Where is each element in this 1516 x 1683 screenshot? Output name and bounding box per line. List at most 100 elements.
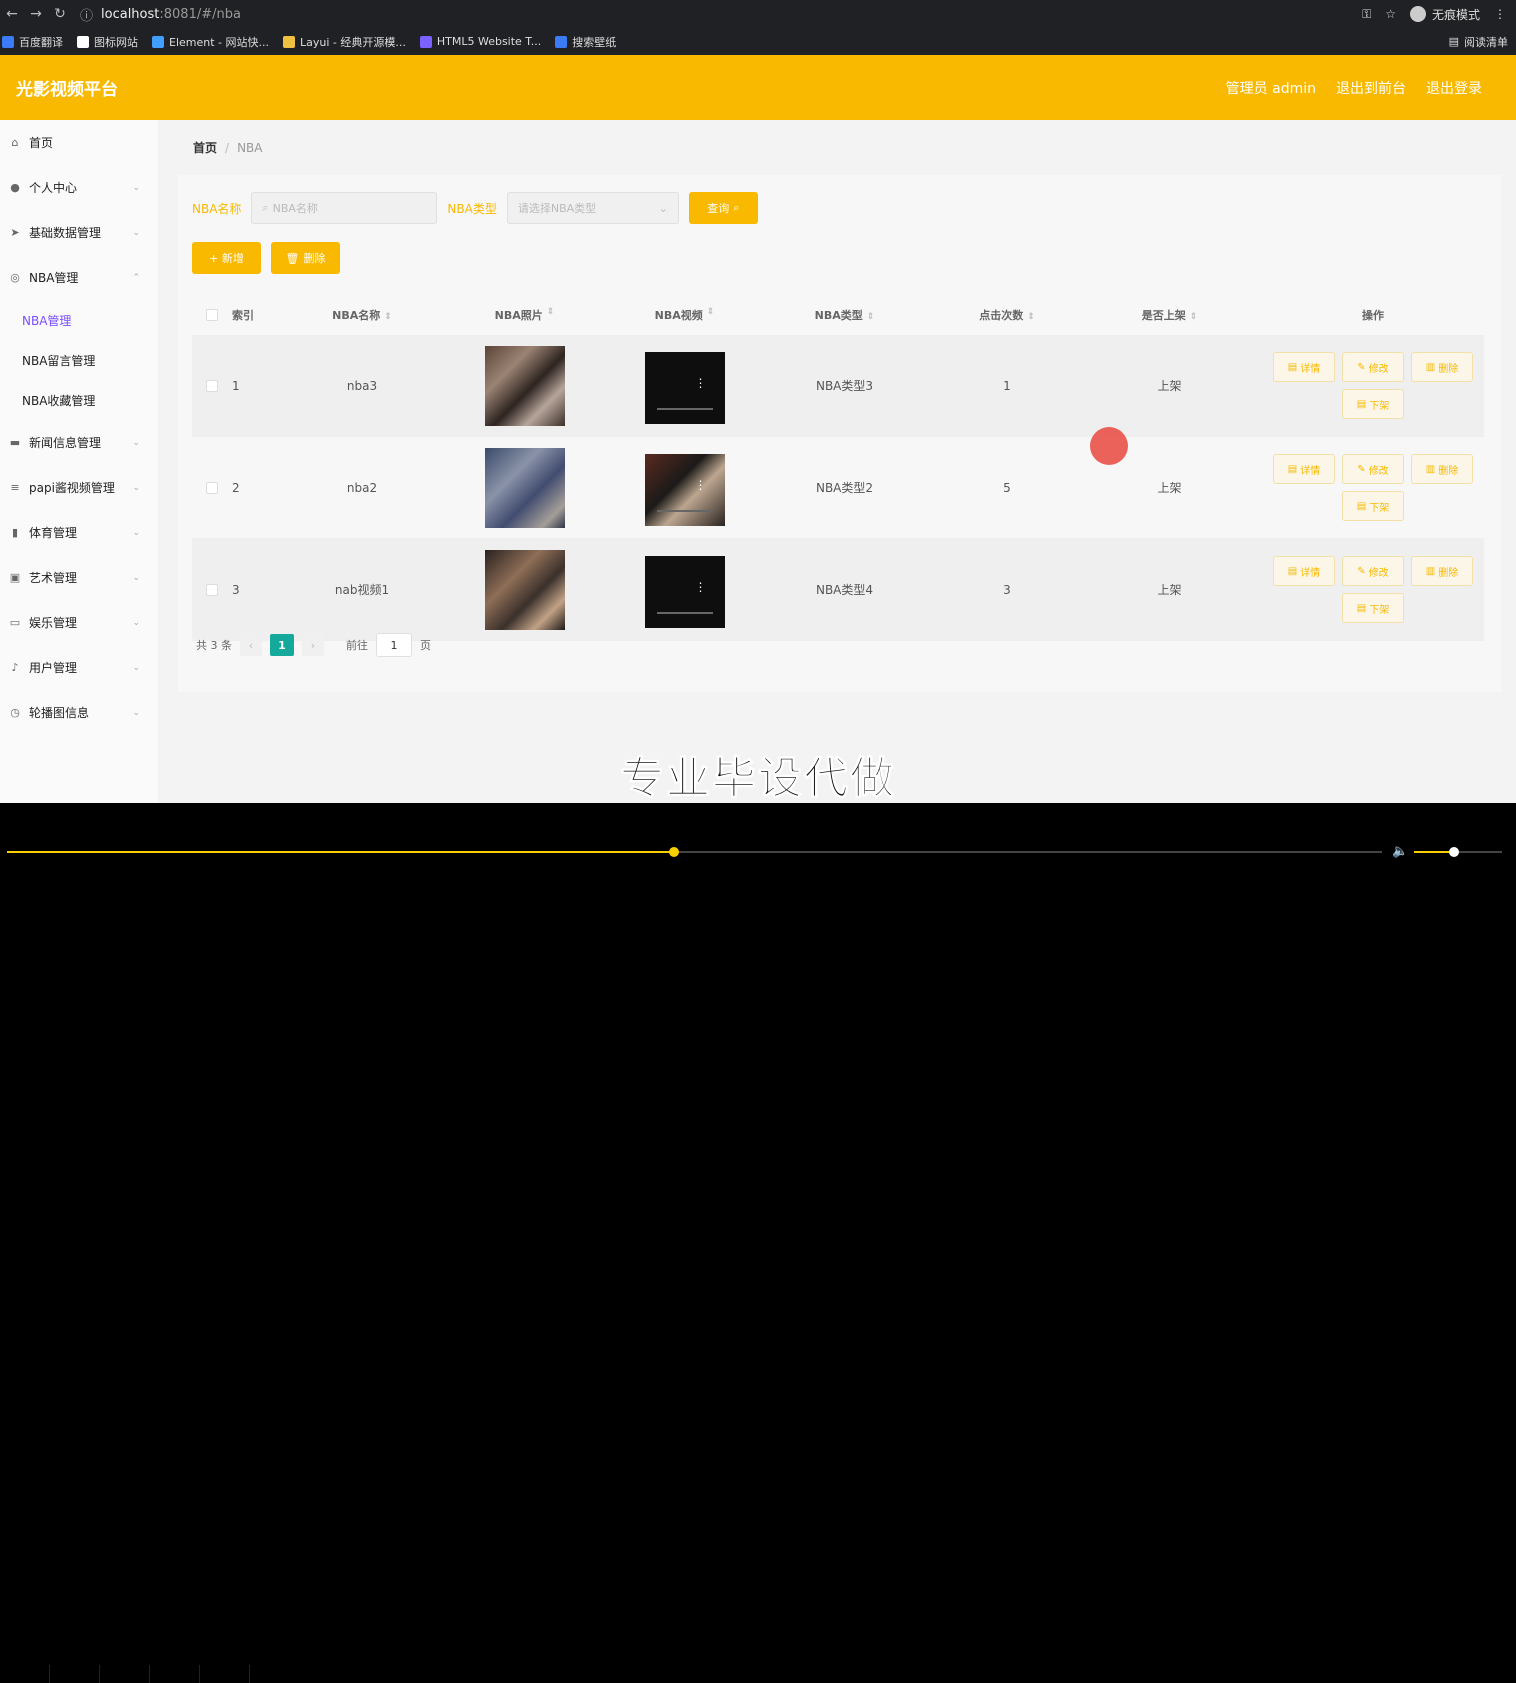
name-search-input[interactable]: ⌕ NBA名称 [251, 192, 438, 224]
volume-handle[interactable] [1448, 847, 1459, 857]
exit-to-front-link[interactable]: 退出到前台 [1336, 78, 1406, 98]
delete-button[interactable]: ▥ 删除 [1411, 352, 1473, 382]
sidebar-item[interactable]: ◎ NBA管理 ⌃ [0, 255, 158, 300]
page-1-button[interactable]: 1 [270, 634, 294, 656]
chevron-down-icon: ⌄ [132, 227, 140, 238]
next-page-button[interactable]: › [302, 634, 324, 656]
nba-video-thumbnail[interactable]: ⋮ [644, 351, 725, 424]
incognito-badge[interactable]: 无痕模式 [1409, 6, 1480, 23]
sidebar-item[interactable]: ▬ 新闻信息管理 ⌄ [0, 420, 158, 465]
logout-link[interactable]: 退出登录 [1426, 78, 1482, 98]
select-all-checkbox[interactable] [206, 309, 218, 321]
sidebar-item[interactable]: ▣ 艺术管理 ⌄ [0, 555, 158, 600]
nba-photo-thumbnail[interactable] [484, 447, 565, 528]
sidebar-subitem[interactable]: NBA留言管理 [0, 340, 158, 380]
bookmark-item[interactable]: HTML5 Website T... [419, 35, 541, 48]
nba-photo-thumbnail[interactable] [484, 549, 565, 630]
sidebar-item[interactable]: ▭ 娱乐管理 ⌄ [0, 600, 158, 645]
seek-fill [7, 851, 674, 853]
header-name[interactable]: NBA名称 ⇕ [292, 307, 432, 323]
header-photo[interactable]: NBA照片 ⇕ [432, 307, 617, 323]
row-checkbox[interactable] [206, 583, 218, 596]
prev-page-button[interactable]: ‹ [240, 634, 262, 656]
type-select[interactable]: 请选择NBA类型 ⌄ [506, 192, 679, 224]
star-icon[interactable]: ☆ [1385, 7, 1396, 21]
sidebar-item[interactable]: ⌂ 首页 [0, 120, 158, 165]
bookmark-item[interactable]: Element - 网站快... [152, 34, 269, 50]
sidebar-item[interactable]: ≡ papi酱视频管理 ⌄ [0, 465, 158, 510]
add-button[interactable]: + 新增 [192, 242, 261, 274]
header-clicks[interactable]: 点击次数 ⇕ [937, 307, 1077, 323]
unshelf-button[interactable]: ▤ 下架 [1342, 491, 1404, 521]
sort-icon[interactable]: ⇕ [707, 307, 715, 323]
more-menu-icon[interactable]: ⋮ [1494, 7, 1506, 21]
nba-video-thumbnail[interactable]: ⋮ [644, 453, 725, 526]
type-label: NBA类型 [447, 201, 497, 216]
trash-icon: 🗑 [285, 251, 300, 265]
detail-button[interactable]: ▤ 详情 [1273, 556, 1335, 586]
video-menu-icon[interactable]: ⋮ [695, 580, 707, 594]
seek-handle[interactable] [668, 847, 679, 857]
delete-button[interactable]: ▥ 删除 [1411, 454, 1473, 484]
goto-page-input[interactable]: 1 [376, 633, 412, 657]
sort-icon[interactable]: ⇕ [384, 312, 392, 322]
sort-icon[interactable]: ⇕ [1190, 312, 1198, 322]
volume-icon[interactable]: 🔈 [1392, 844, 1408, 859]
page-suffix: 页 [420, 639, 431, 652]
sidebar-item[interactable]: ♪ 用户管理 ⌄ [0, 645, 158, 690]
sort-icon[interactable]: ⇕ [547, 307, 555, 323]
header-shelf[interactable]: 是否上架 ⇕ [1077, 307, 1262, 323]
info-icon[interactable]: ⓘ [80, 5, 93, 24]
cell-index: 2 [232, 480, 240, 495]
url-bar[interactable]: ⓘ localhost:8081/#/nba [80, 5, 241, 24]
breadcrumb-home[interactable]: 首页 [193, 139, 217, 156]
bookmark-item[interactable]: 百度翻译 [2, 34, 63, 50]
sidebar-item-label: 基础数据管理 [29, 226, 102, 240]
header-name-label: NBA名称 [332, 309, 381, 322]
row-checkbox[interactable] [206, 481, 218, 494]
unshelf-button[interactable]: ▤ 下架 [1342, 389, 1404, 419]
bookmark-item[interactable]: 搜索壁纸 [555, 34, 616, 50]
bookmark-item[interactable]: 图标网站 [77, 34, 138, 50]
edit-button[interactable]: ✎ 修改 [1342, 454, 1404, 484]
sidebar-item[interactable]: ➤ 基础数据管理 ⌄ [0, 210, 158, 255]
header-video[interactable]: NBA视频 ⇕ [617, 307, 752, 323]
sort-icon[interactable]: ⇕ [867, 312, 875, 322]
cursor-highlight [1090, 427, 1128, 465]
edit-button[interactable]: ✎ 修改 [1342, 352, 1404, 382]
edit-button[interactable]: ✎ 修改 [1342, 556, 1404, 586]
back-icon[interactable]: ← [0, 6, 24, 22]
breadcrumb: 首页 / NBA [178, 120, 1501, 175]
nba-video-thumbnail[interactable]: ⋮ [644, 555, 725, 628]
nba-photo-thumbnail[interactable] [484, 345, 565, 426]
bookmark-item[interactable]: Layui - 经典开源模... [283, 34, 406, 50]
row-checkbox[interactable] [206, 379, 218, 392]
video-menu-icon[interactable]: ⋮ [695, 478, 707, 492]
reading-list[interactable]: ▤ 阅读清单 [1449, 34, 1516, 50]
video-menu-icon[interactable]: ⋮ [695, 376, 707, 390]
sidebar-item[interactable]: ◷ 轮播图信息 ⌄ [0, 690, 158, 735]
delete-button[interactable]: ▥ 删除 [1411, 556, 1473, 586]
header-ops: 操作 [1362, 309, 1384, 322]
query-button[interactable]: 查询 ⌕ [688, 192, 758, 224]
bookmarks-bar: 百度翻译 图标网站 Element - 网站快... Layui - 经典开源模...… [0, 28, 1516, 55]
bulk-delete-button[interactable]: 🗑 删除 [271, 242, 340, 274]
forward-icon[interactable]: → [24, 6, 48, 22]
header-type[interactable]: NBA类型 ⇕ [752, 307, 937, 323]
sidebar-subitem[interactable]: NBA管理 [0, 300, 158, 340]
detail-button[interactable]: ▤ 详情 [1273, 352, 1335, 382]
volume-slider[interactable] [1414, 847, 1502, 857]
seek-bar[interactable] [7, 847, 1382, 857]
name-label: NBA名称 [192, 201, 242, 216]
sidebar-subitem[interactable]: NBA收藏管理 [0, 380, 158, 420]
sidebar-item-label: 新闻信息管理 [29, 436, 102, 450]
sort-icon[interactable]: ⇕ [1027, 312, 1035, 322]
reload-icon[interactable]: ↻ [48, 6, 72, 22]
sidebar-item[interactable]: ▮ 体育管理 ⌄ [0, 510, 158, 555]
detail-label: 详情 [1300, 363, 1321, 375]
sidebar-item[interactable]: ● 个人中心 ⌄ [0, 165, 158, 210]
trash-icon: ▥ [1425, 361, 1436, 373]
key-icon[interactable]: ⚿ [1362, 7, 1371, 22]
unshelf-button[interactable]: ▤ 下架 [1342, 593, 1404, 623]
detail-button[interactable]: ▤ 详情 [1273, 454, 1335, 484]
